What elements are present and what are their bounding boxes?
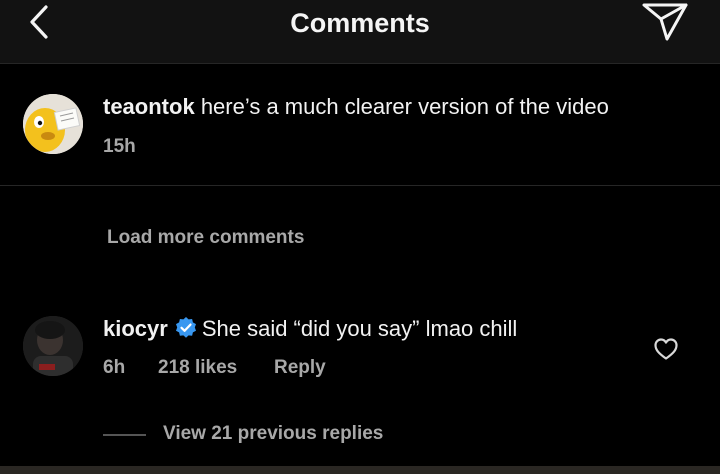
- paper-plane-icon: [642, 3, 688, 41]
- share-button[interactable]: [640, 0, 690, 44]
- comment-timestamp: 15h: [103, 136, 136, 157]
- replies-divider-line: [103, 434, 146, 436]
- avatar[interactable]: [23, 316, 83, 376]
- like-button[interactable]: [653, 337, 679, 361]
- bottom-edge-bar: [0, 466, 720, 474]
- comment-body: She said “did you say” lmao chill: [201, 316, 518, 341]
- verified-badge-icon: [175, 317, 196, 338]
- reply-button[interactable]: Reply: [274, 357, 326, 379]
- load-more-comments-button[interactable]: Load more comments: [107, 227, 304, 249]
- comment-username[interactable]: teaontok: [103, 94, 195, 119]
- likes-count-button[interactable]: 218 likes: [158, 357, 237, 379]
- comment-timestamp: 6h: [103, 357, 126, 378]
- comment-item: kiocyr She said “did you say” lmao chill…: [0, 300, 720, 410]
- heart-outline-icon: [654, 338, 678, 360]
- avatar[interactable]: [23, 94, 83, 154]
- view-replies-label: View 21 previous replies: [163, 423, 384, 444]
- person-avatar-icon: [23, 316, 83, 376]
- page-title: Comments: [290, 8, 430, 38]
- caption-comment: teaontok here’s a much clearer version o…: [0, 65, 720, 186]
- comment-body: here’s a much clearer version of the vid…: [200, 94, 609, 119]
- header-bar: Comments: [0, 0, 720, 64]
- jake-the-dog-avatar-icon: [23, 94, 83, 154]
- comment-username[interactable]: kiocyr: [103, 316, 168, 341]
